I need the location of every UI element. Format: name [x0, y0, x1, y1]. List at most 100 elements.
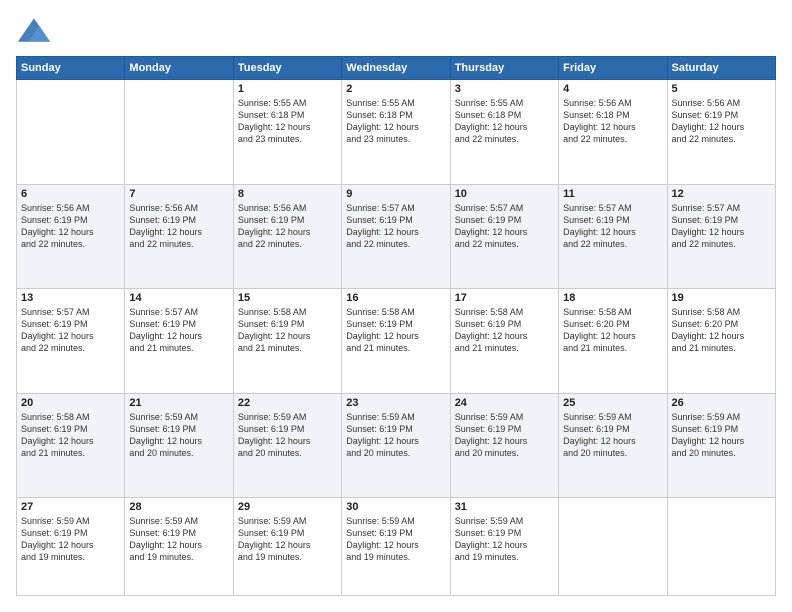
cell-info: Sunrise: 5:55 AM Sunset: 6:18 PM Dayligh… [455, 97, 554, 146]
calendar-cell [667, 498, 775, 596]
cell-info: Sunrise: 5:59 AM Sunset: 6:19 PM Dayligh… [238, 515, 337, 564]
calendar-cell: 7 Sunrise: 5:56 AM Sunset: 6:19 PM Daylig… [125, 184, 233, 289]
calendar-cell [559, 498, 667, 596]
cell-info: Sunrise: 5:59 AM Sunset: 6:19 PM Dayligh… [346, 411, 445, 460]
day-number: 13 [21, 292, 120, 304]
calendar-week-1: 1 Sunrise: 5:55 AM Sunset: 6:18 PM Daylig… [17, 80, 776, 185]
day-number: 22 [238, 397, 337, 409]
calendar-cell: 5Sunrise: 5:56 AM Sunset: 6:19 PM Daylig… [667, 80, 775, 185]
calendar-cell: 17 Sunrise: 5:58 AM Sunset: 6:19 PM Dayli… [450, 289, 558, 394]
calendar-header: SundayMondayTuesdayWednesdayThursdayFrid… [17, 57, 776, 80]
cell-info: Sunrise: 5:59 AM Sunset: 6:19 PM Dayligh… [129, 411, 228, 460]
cell-info: Sunrise: 5:55 AM Sunset: 6:18 PM Dayligh… [346, 97, 445, 146]
calendar-cell: 3 Sunrise: 5:55 AM Sunset: 6:18 PM Daylig… [450, 80, 558, 185]
calendar-cell: 13Sunrise: 5:57 AM Sunset: 6:19 PM Dayli… [17, 289, 125, 394]
calendar-cell: 29 Sunrise: 5:59 AM Sunset: 6:19 PM Dayli… [233, 498, 341, 596]
calendar-cell: 8 Sunrise: 5:56 AM Sunset: 6:19 PM Daylig… [233, 184, 341, 289]
cell-info: Sunrise: 5:59 AM Sunset: 6:19 PM Dayligh… [238, 411, 337, 460]
calendar-cell: 25 Sunrise: 5:59 AM Sunset: 6:19 PM Dayli… [559, 393, 667, 498]
calendar-cell [17, 80, 125, 185]
day-number: 17 [455, 292, 554, 304]
cell-info: Sunrise: 5:56 AM Sunset: 6:19 PM Dayligh… [238, 202, 337, 251]
calendar-cell: 20 Sunrise: 5:58 AM Sunset: 6:19 PM Dayli… [17, 393, 125, 498]
cell-info: Sunrise: 5:57 AM Sunset: 6:19 PM Dayligh… [129, 306, 228, 355]
cell-info: Sunrise: 5:57 AM Sunset: 6:19 PM Dayligh… [563, 202, 662, 251]
day-number: 16 [346, 292, 445, 304]
weekday-header-wednesday: Wednesday [342, 57, 450, 80]
day-number: 9 [346, 188, 445, 200]
calendar-table: SundayMondayTuesdayWednesdayThursdayFrid… [16, 56, 776, 596]
calendar-cell: 16Sunrise: 5:58 AM Sunset: 6:19 PM Dayli… [342, 289, 450, 394]
cell-info: Sunrise: 5:58 AM Sunset: 6:19 PM Dayligh… [21, 411, 120, 460]
cell-info: Sunrise: 5:59 AM Sunset: 6:19 PM Dayligh… [455, 515, 554, 564]
calendar-week-4: 20 Sunrise: 5:58 AM Sunset: 6:19 PM Dayli… [17, 393, 776, 498]
calendar-cell: 12 Sunrise: 5:57 AM Sunset: 6:19 PM Dayli… [667, 184, 775, 289]
day-number: 12 [672, 188, 771, 200]
cell-info: Sunrise: 5:59 AM Sunset: 6:19 PM Dayligh… [346, 515, 445, 564]
calendar-week-3: 13 Sunrise: 5:57 AM Sunset: 6:19 PM Dayli… [17, 289, 776, 394]
page: SundayMondayTuesdayWednesdayThursdayFrid… [0, 0, 792, 612]
cell-info: Sunrise: 5:56 AM Sunset: 6:19 PM Dayligh… [21, 202, 120, 251]
cell-info: Sunrise: 5:57 AM Sunset: 6:19 PM Dayligh… [672, 202, 771, 251]
cell-info: Sunrise: 5:58 AM Sunset: 6:19 PM Dayligh… [455, 306, 554, 355]
day-number: 2 [346, 83, 445, 95]
cell-info: Sunrise: 5:56 AM Sunset: 6:19 PM Dayligh… [129, 202, 228, 251]
calendar-body: 1 Sunrise: 5:55 AM Sunset: 6:18 PM Daylig… [17, 80, 776, 596]
day-number: 3 [455, 83, 554, 95]
cell-info: Sunrise: 5:58 AM Sunset: 6:20 PM Dayligh… [563, 306, 662, 355]
day-number: 11 [563, 188, 662, 200]
weekday-header-saturday: Saturday [667, 57, 775, 80]
cell-info: Sunrise: 5:58 AM Sunset: 6:19 PM Dayligh… [238, 306, 337, 355]
day-number: 8 [238, 188, 337, 200]
calendar-cell: 1 Sunrise: 5:55 AM Sunset: 6:18 PM Daylig… [233, 80, 341, 185]
header [16, 16, 776, 46]
day-number: 29 [238, 501, 337, 513]
day-number: 15 [238, 292, 337, 304]
calendar-cell: 2 Sunrise: 5:55 AM Sunset: 6:18 PM Daylig… [342, 80, 450, 185]
calendar-cell: 31 Sunrise: 5:59 AM Sunset: 6:19 PM Dayli… [450, 498, 558, 596]
weekday-header-friday: Friday [559, 57, 667, 80]
calendar-cell: 15 Sunrise: 5:58 AM Sunset: 6:19 PM Dayli… [233, 289, 341, 394]
calendar-cell: 23Sunrise: 5:59 AM Sunset: 6:19 PM Dayli… [342, 393, 450, 498]
cell-info: Sunrise: 5:57 AM Sunset: 6:19 PM Dayligh… [455, 202, 554, 251]
day-number: 7 [129, 188, 228, 200]
day-number: 14 [129, 292, 228, 304]
calendar-cell: 21 Sunrise: 5:59 AM Sunset: 6:19 PM Dayli… [125, 393, 233, 498]
day-number: 24 [455, 397, 554, 409]
day-number: 1 [238, 83, 337, 95]
weekday-header-sunday: Sunday [17, 57, 125, 80]
calendar-cell: 10 Sunrise: 5:57 AM Sunset: 6:19 PM Dayli… [450, 184, 558, 289]
calendar-week-5: 27Sunrise: 5:59 AM Sunset: 6:19 PM Dayli… [17, 498, 776, 596]
calendar-cell: 19Sunrise: 5:58 AM Sunset: 6:20 PM Dayli… [667, 289, 775, 394]
logo [16, 16, 56, 46]
day-number: 5 [672, 83, 771, 95]
cell-info: Sunrise: 5:55 AM Sunset: 6:18 PM Dayligh… [238, 97, 337, 146]
calendar-cell: 9Sunrise: 5:57 AM Sunset: 6:19 PM Daylig… [342, 184, 450, 289]
weekday-row: SundayMondayTuesdayWednesdayThursdayFrid… [17, 57, 776, 80]
cell-info: Sunrise: 5:59 AM Sunset: 6:19 PM Dayligh… [129, 515, 228, 564]
calendar-cell: 6 Sunrise: 5:56 AM Sunset: 6:19 PM Daylig… [17, 184, 125, 289]
day-number: 18 [563, 292, 662, 304]
calendar-cell: 4Sunrise: 5:56 AM Sunset: 6:18 PM Daylig… [559, 80, 667, 185]
day-number: 25 [563, 397, 662, 409]
cell-info: Sunrise: 5:59 AM Sunset: 6:19 PM Dayligh… [21, 515, 120, 564]
weekday-header-thursday: Thursday [450, 57, 558, 80]
calendar-week-2: 6 Sunrise: 5:56 AM Sunset: 6:19 PM Daylig… [17, 184, 776, 289]
weekday-header-tuesday: Tuesday [233, 57, 341, 80]
calendar-cell: 26Sunrise: 5:59 AM Sunset: 6:19 PM Dayli… [667, 393, 775, 498]
day-number: 28 [129, 501, 228, 513]
day-number: 21 [129, 397, 228, 409]
weekday-header-monday: Monday [125, 57, 233, 80]
day-number: 10 [455, 188, 554, 200]
calendar-cell: 18 Sunrise: 5:58 AM Sunset: 6:20 PM Dayli… [559, 289, 667, 394]
cell-info: Sunrise: 5:59 AM Sunset: 6:19 PM Dayligh… [672, 411, 771, 460]
calendar-cell [125, 80, 233, 185]
day-number: 31 [455, 501, 554, 513]
day-number: 6 [21, 188, 120, 200]
cell-info: Sunrise: 5:56 AM Sunset: 6:18 PM Dayligh… [563, 97, 662, 146]
calendar-cell: 14 Sunrise: 5:57 AM Sunset: 6:19 PM Dayli… [125, 289, 233, 394]
calendar-cell: 28 Sunrise: 5:59 AM Sunset: 6:19 PM Dayli… [125, 498, 233, 596]
day-number: 20 [21, 397, 120, 409]
logo-icon [16, 16, 52, 46]
cell-info: Sunrise: 5:59 AM Sunset: 6:19 PM Dayligh… [563, 411, 662, 460]
